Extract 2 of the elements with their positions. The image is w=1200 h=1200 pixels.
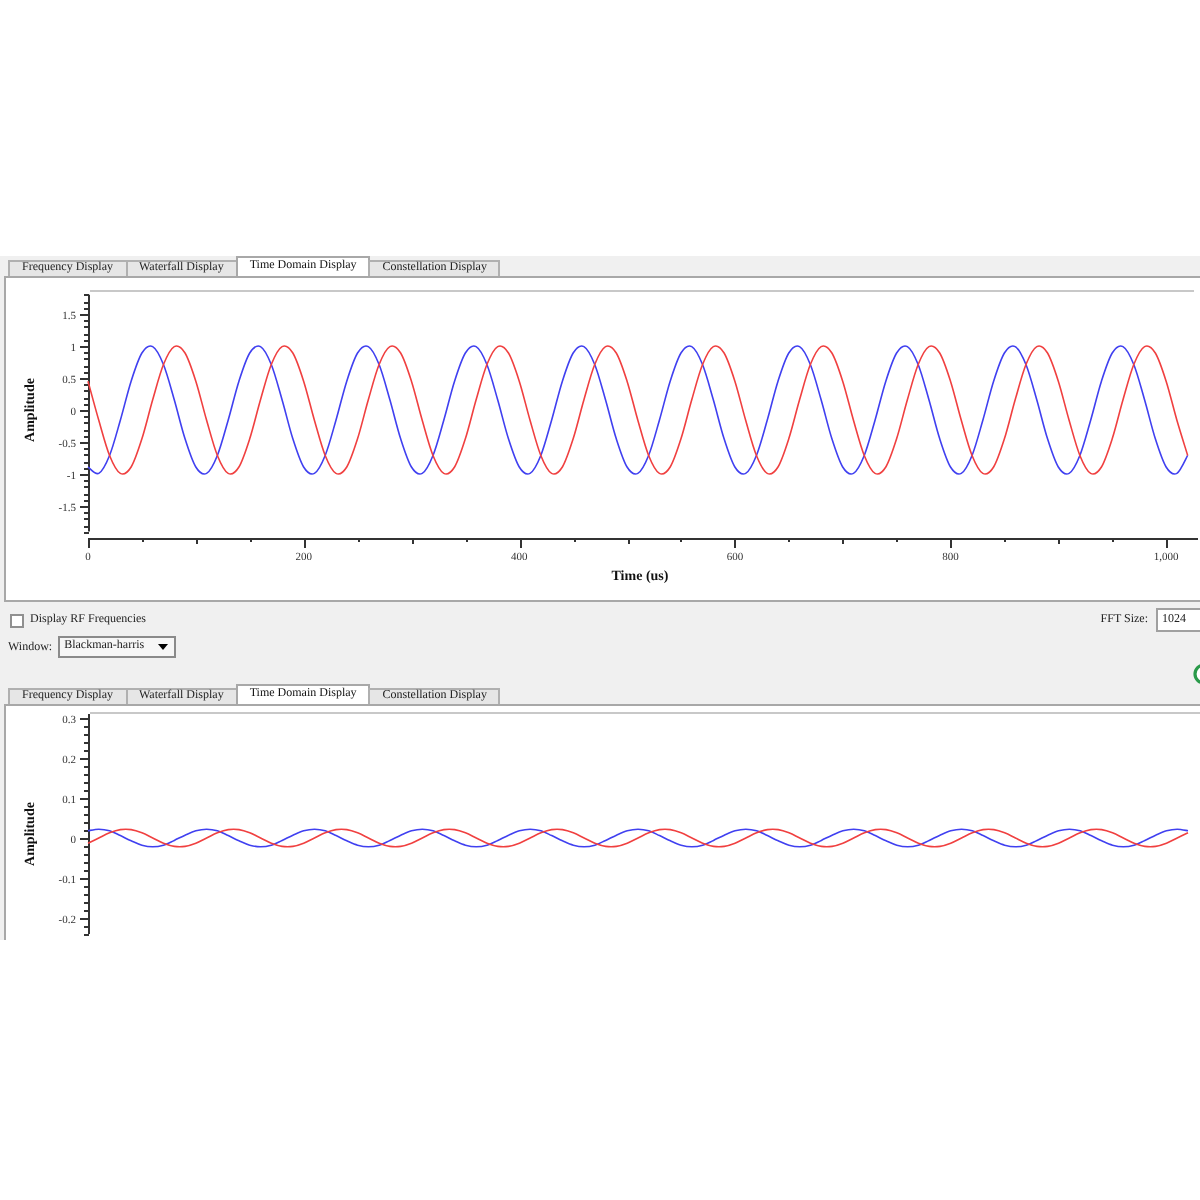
caret-icon	[158, 644, 169, 650]
checkbox[interactable]	[10, 613, 24, 627]
